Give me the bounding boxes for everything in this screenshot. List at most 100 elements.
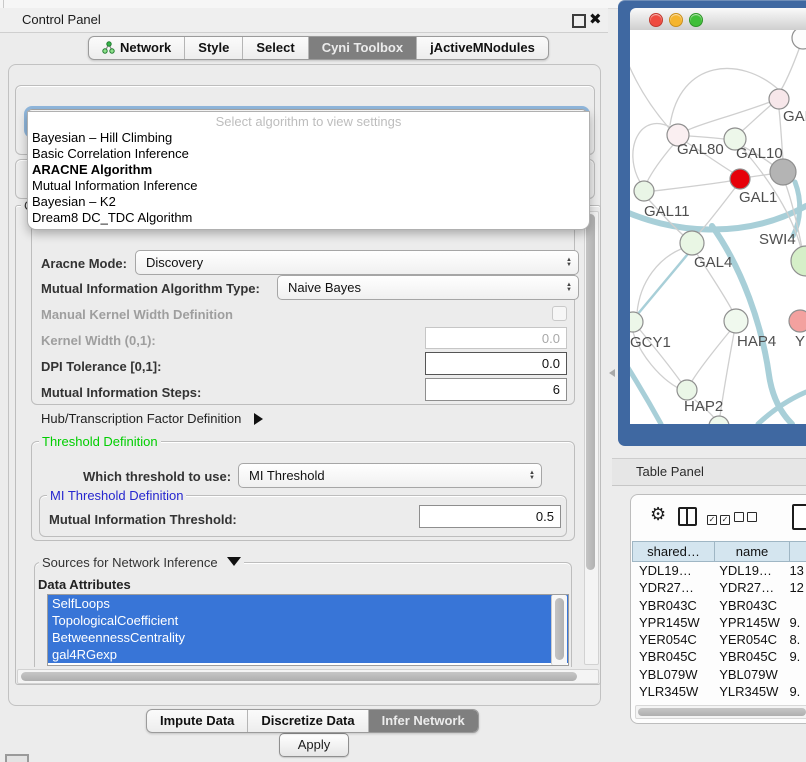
mi-steps-field[interactable] [425,378,567,401]
sources-group-toggle[interactable]: Sources for Network Inference [39,556,244,569]
which-threshold-label: Which threshold to use: [83,469,231,484]
table-panel-card: ⚙ ✓✓ shared…nameA YDL19…YDL19…13YDR27…YD… [630,494,806,724]
table-row[interactable]: YBR045CYBR045C9. [632,648,806,665]
cyni-bottom-tabs: Impute DataDiscretize DataInfer Network [146,709,479,733]
network-edge[interactable] [647,145,673,182]
tab-label: Cyni Toolbox [322,40,403,55]
network-edge-thick[interactable] [630,352,661,424]
node-label: GAL10 [736,145,783,162]
network-canvas[interactable]: GALGAL80GAL10GAL1GAL11GAL4SWI4HAP4YGCY1H… [630,30,806,424]
split-pane-collapse-icon[interactable] [609,369,615,377]
table-row[interactable]: YDL19…YDL19…13 [632,562,806,579]
which-threshold-combo[interactable]: MI Threshold ▲▼ [238,463,542,488]
export-table-icon[interactable] [792,504,806,530]
network-node-swi4[interactable] [791,246,806,276]
network-window-titlebar[interactable] [630,8,806,31]
network-edge[interactable] [630,40,669,128]
algorithm-option[interactable]: Bayesian – K2 [28,194,589,210]
table-horizontal-scrollbar[interactable] [635,705,806,719]
table-cell: 9. [785,683,806,700]
attributes-scrollbar-thumb[interactable] [555,598,564,660]
network-node-gal4[interactable] [680,231,704,255]
table-row[interactable]: YDR27…YDR27…12 [632,579,806,596]
network-edge[interactable] [670,68,779,125]
attribute-item[interactable]: SelfLoops [48,595,568,612]
table-cell: YBL079W [632,666,712,683]
network-node[interactable] [792,30,806,49]
network-edge[interactable] [654,181,730,191]
attribute-item[interactable]: gal4RGexp [48,646,568,663]
network-window[interactable]: GALGAL80GAL10GAL1GAL11GAL4SWI4HAP4YGCY1H… [618,0,806,446]
column-header-1[interactable]: name [714,541,789,562]
minimized-panel-icon[interactable] [5,754,29,762]
close-window-icon[interactable] [649,13,663,27]
tab-network[interactable]: Network [89,37,185,59]
close-panel-icon[interactable]: ✖ [589,10,602,28]
attribute-item[interactable]: BetweennessCentrality [48,629,568,646]
table-row[interactable]: YPR145WYPR145W9. [632,614,806,631]
network-edge[interactable] [692,331,730,381]
select-all-checkboxes-icon[interactable]: ✓✓ [707,510,733,525]
algorithm-option[interactable]: Bayesian – Hill Climbing [28,130,589,146]
tab-cyni-toolbox[interactable]: Cyni Toolbox [309,37,417,59]
column-header-2[interactable]: A [789,541,806,562]
mi-type-combo[interactable]: Naive Bayes ▲▼ [277,275,579,300]
tab-infer-network[interactable]: Infer Network [369,710,478,732]
network-node-gal11[interactable] [634,181,654,201]
tab-style[interactable]: Style [185,37,243,59]
gear-icon[interactable]: ⚙ [650,504,666,525]
tab-discretize-data[interactable]: Discretize Data [248,710,368,732]
network-edge[interactable] [637,249,681,313]
network-node[interactable] [770,159,796,185]
algorithm-option[interactable]: Mutual Information Inference [28,178,589,194]
attribute-item[interactable]: TopologicalCoefficient [48,612,568,629]
algorithm-option[interactable]: Dream8 DC_TDC Algorithm [28,210,589,226]
network-node-hap2[interactable] [677,380,697,400]
column-header-0[interactable]: shared… [632,541,714,562]
network-node-gal1[interactable] [730,169,750,189]
table-cell [785,666,806,683]
zoom-window-icon[interactable] [689,13,703,27]
settings-hscroll-thumb[interactable] [21,672,577,681]
kernel-width-field[interactable] [425,327,567,349]
float-panel-icon[interactable] [572,14,586,28]
manual-kernel-checkbox[interactable] [552,306,567,321]
tab-jactivemnodules[interactable]: jActiveMNodules [417,37,548,59]
combo-arrows-icon: ▲▼ [529,471,535,481]
table-row[interactable]: YER054CYER054C8. [632,631,806,648]
network-node-gal[interactable] [769,89,789,109]
network-node-hap4[interactable] [724,309,748,333]
hub-definition-toggle[interactable]: Hub/Transcription Factor Definition [41,411,263,426]
table-row[interactable]: YBR043CYBR043C [632,597,806,614]
tab-impute-data[interactable]: Impute Data [147,710,248,732]
table-row[interactable]: YLR345WYLR345W9. [632,683,806,700]
control-panel-titlebar: Control Panel ✖ [0,8,608,33]
table-cell: 9. [785,614,806,631]
network-node[interactable] [709,416,729,424]
attributes-scrollbar[interactable] [551,595,567,665]
table-row[interactable]: YBL079WYBL079W [632,666,806,683]
data-attributes-list[interactable]: SelfLoopsTopologicalCoefficientBetweenne… [47,594,569,666]
node-label: Y [795,333,805,350]
deselect-all-checkboxes-icon[interactable] [734,510,760,525]
mi-threshold-field[interactable] [419,505,561,528]
algorithm-option[interactable]: Basic Correlation Inference [28,146,589,162]
apply-button[interactable]: Apply [279,733,349,757]
table-rows: YDL19…YDL19…13YDR27…YDR27…12YBR043CYBR04… [632,562,806,704]
algorithm-option[interactable]: ARACNE Algorithm [28,162,589,178]
network-edge[interactable] [742,105,771,131]
dpi-tolerance-field[interactable] [425,352,567,375]
network-edge[interactable] [689,136,724,139]
aracne-mode-combo[interactable]: Discovery ▲▼ [135,250,579,275]
tab-select[interactable]: Select [243,37,308,59]
table-hscroll-thumb[interactable] [638,708,806,716]
table-row[interactable]: YIL053CYIL053C9 [632,700,806,704]
network-edge[interactable] [750,174,771,177]
network-node-y[interactable] [789,310,806,332]
settings-vscroll-thumb[interactable] [586,214,595,570]
settings-vertical-scrollbar[interactable] [584,211,599,665]
settings-horizontal-scrollbar[interactable] [17,669,599,684]
network-node-gcy1[interactable] [630,312,643,332]
column-layout-icon[interactable] [678,507,697,526]
minimize-window-icon[interactable] [669,13,683,27]
